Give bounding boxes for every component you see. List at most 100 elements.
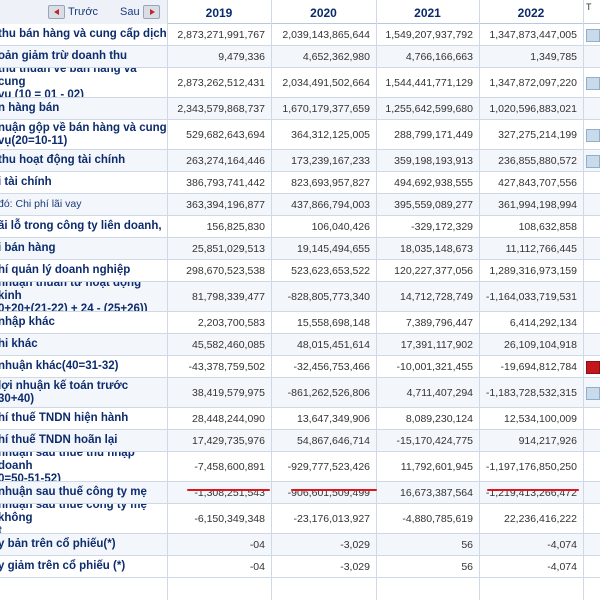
value-cell: -1,164,033,719,531 xyxy=(485,290,577,303)
cut-off-cell xyxy=(583,408,600,429)
cut-off-column-header: T xyxy=(586,2,592,12)
value-cell: 298,670,523,538 xyxy=(186,264,265,277)
cut-off-cell xyxy=(583,356,600,377)
value-cell: 17,429,735,976 xyxy=(192,434,265,447)
table-row: thu hoạt động tài chính 263,274,164,446 17… xyxy=(0,150,600,172)
row-label: đó: Chi phí lãi vay xyxy=(0,194,167,215)
cut-off-cell xyxy=(583,482,600,503)
row-label: hí thuế TNDN hoãn lại xyxy=(0,430,167,451)
year-header-2021: 2021 xyxy=(414,6,441,20)
year-header-2019: 2019 xyxy=(205,6,233,20)
chart-icon[interactable] xyxy=(586,386,600,400)
value-cell: 16,673,387,564 xyxy=(400,486,473,499)
value-cell: 2,343,579,868,737 xyxy=(177,102,265,115)
value-cell: 4,766,166,663 xyxy=(405,50,473,63)
value-cell: -4,074 xyxy=(547,538,577,551)
value-cell: -906,601,509,499 xyxy=(287,486,370,499)
cut-off-cell xyxy=(583,68,600,97)
row-label-text: hí thuế TNDN hiện hành xyxy=(0,412,129,424)
value-cell: -1,219,413,266,472 xyxy=(485,486,577,499)
value-cell: 1,349,785 xyxy=(530,50,577,63)
value-cell: 17,391,117,902 xyxy=(400,338,473,351)
value-cell: -828,805,773,340 xyxy=(287,290,370,303)
row-label-text: i tài chính xyxy=(0,176,52,188)
next-period-button[interactable] xyxy=(143,5,160,19)
arrow-right-icon xyxy=(150,9,155,15)
value-cell: 529,682,643,694 xyxy=(186,128,265,141)
table-row: ãi lỗ trong công ty liên doanh, 156,825,8… xyxy=(0,216,600,238)
cut-off-cell xyxy=(583,120,600,149)
column-divider xyxy=(376,0,377,600)
value-cell: 437,866,794,003 xyxy=(291,198,370,211)
value-cell: -1,308,251,543 xyxy=(194,486,265,499)
value-cell: 823,693,957,827 xyxy=(291,176,370,189)
row-label: i tài chính xyxy=(0,172,167,193)
row-label-text: nuận gộp về bán hàng và cung vụ(20=10-11… xyxy=(0,121,167,147)
row-label-text: nhuận khác(40=31-32) xyxy=(0,360,119,372)
value-cell: -43,378,759,502 xyxy=(188,360,265,373)
value-cell: -1,183,728,532,315 xyxy=(485,386,577,399)
value-cell: -929,777,523,426 xyxy=(287,460,370,473)
row-label: nhập khác xyxy=(0,312,167,333)
value-cell: -6,150,349,348 xyxy=(194,512,265,525)
row-label-text: nhuận sau thuế công ty mẹ xyxy=(0,486,147,498)
table-row: nhập khác 2,203,700,583 15,558,698,148 7,38… xyxy=(0,312,600,334)
value-cell: 14,712,728,749 xyxy=(400,290,473,303)
value-cell: 1,670,179,377,659 xyxy=(282,102,370,115)
cut-off-cell xyxy=(583,334,600,355)
row-label: lợi nhuận kế toán trước 30+40) xyxy=(0,378,167,407)
chart-icon[interactable] xyxy=(586,76,600,90)
cut-off-cell xyxy=(583,150,600,171)
cut-off-cell xyxy=(583,216,600,237)
value-cell: 173,239,167,233 xyxy=(291,154,370,167)
cut-off-cell xyxy=(583,194,600,215)
value-cell: 363,394,196,877 xyxy=(186,198,265,211)
value-cell: 427,843,707,556 xyxy=(498,176,577,189)
value-cell: 386,793,741,442 xyxy=(186,176,265,189)
chart-icon[interactable] xyxy=(586,28,600,42)
row-label: hi khác xyxy=(0,334,167,355)
cut-off-cell xyxy=(583,172,600,193)
chart-icon[interactable] xyxy=(586,154,600,168)
row-label-text: nhuận sau thuế thu nhập doanh 0=50-51-52… xyxy=(0,452,135,481)
cut-off-cell xyxy=(583,24,600,45)
value-cell: 395,559,089,277 xyxy=(394,198,473,211)
value-cell: 56 xyxy=(461,538,473,551)
value-cell: 4,652,362,980 xyxy=(302,50,370,63)
cut-off-cell xyxy=(583,238,600,259)
value-cell: -32,456,753,466 xyxy=(293,360,370,373)
value-cell: -19,694,812,784 xyxy=(500,360,577,373)
period-navigation: Trước Sau xyxy=(0,0,167,24)
value-cell: -3,029 xyxy=(340,538,370,551)
value-cell: 11,112,766,445 xyxy=(505,242,577,255)
value-cell: 8,089,230,124 xyxy=(405,412,473,425)
row-label-text: oản giảm trừ doanh thu xyxy=(0,50,128,62)
value-cell: 48,015,451,614 xyxy=(297,338,370,351)
row-label: thu hoạt động tài chính xyxy=(0,150,167,171)
row-label: y giảm trên cổ phiếu (*) xyxy=(0,556,167,577)
row-label: nhuận sau thuế công ty mẹ xyxy=(0,482,167,503)
value-cell: 81,798,339,477 xyxy=(192,290,265,303)
value-cell: 9,479,336 xyxy=(218,50,265,63)
row-label-text: thu thuần về bán hàng và cung vụ (10 = 0… xyxy=(0,68,137,97)
table-row: thu bán hàng và cung cấp dịch 2,873,271,9… xyxy=(0,24,600,46)
row-label-text: i bán hàng xyxy=(0,242,56,254)
cut-off-cell xyxy=(583,452,600,481)
cut-off-cell xyxy=(583,312,600,333)
table-row: nhuận sau thuế công ty mẹ -1,308,251,543 -… xyxy=(0,482,600,504)
value-cell: -10,001,321,455 xyxy=(396,360,473,373)
value-cell: 13,647,349,906 xyxy=(297,412,370,425)
next-label[interactable]: Sau xyxy=(120,6,140,18)
row-label: hí quản lý doanh nghiệp xyxy=(0,260,167,281)
previous-period-button[interactable] xyxy=(48,5,65,19)
income-statement-table: Trước Sau 2019 2020 2021 2022 T thu bán … xyxy=(0,0,600,600)
chart-icon[interactable] xyxy=(586,128,600,142)
value-cell: 156,825,830 xyxy=(206,220,265,233)
value-cell: 54,867,646,714 xyxy=(297,434,370,447)
row-label-text: hi khác xyxy=(0,338,38,350)
previous-label[interactable]: Trước xyxy=(68,6,98,18)
value-cell: 1,347,873,447,005 xyxy=(489,28,577,41)
value-cell: 361,994,198,994 xyxy=(498,198,577,211)
value-cell: 1,255,642,599,680 xyxy=(385,102,473,115)
chart-icon[interactable] xyxy=(586,360,600,374)
